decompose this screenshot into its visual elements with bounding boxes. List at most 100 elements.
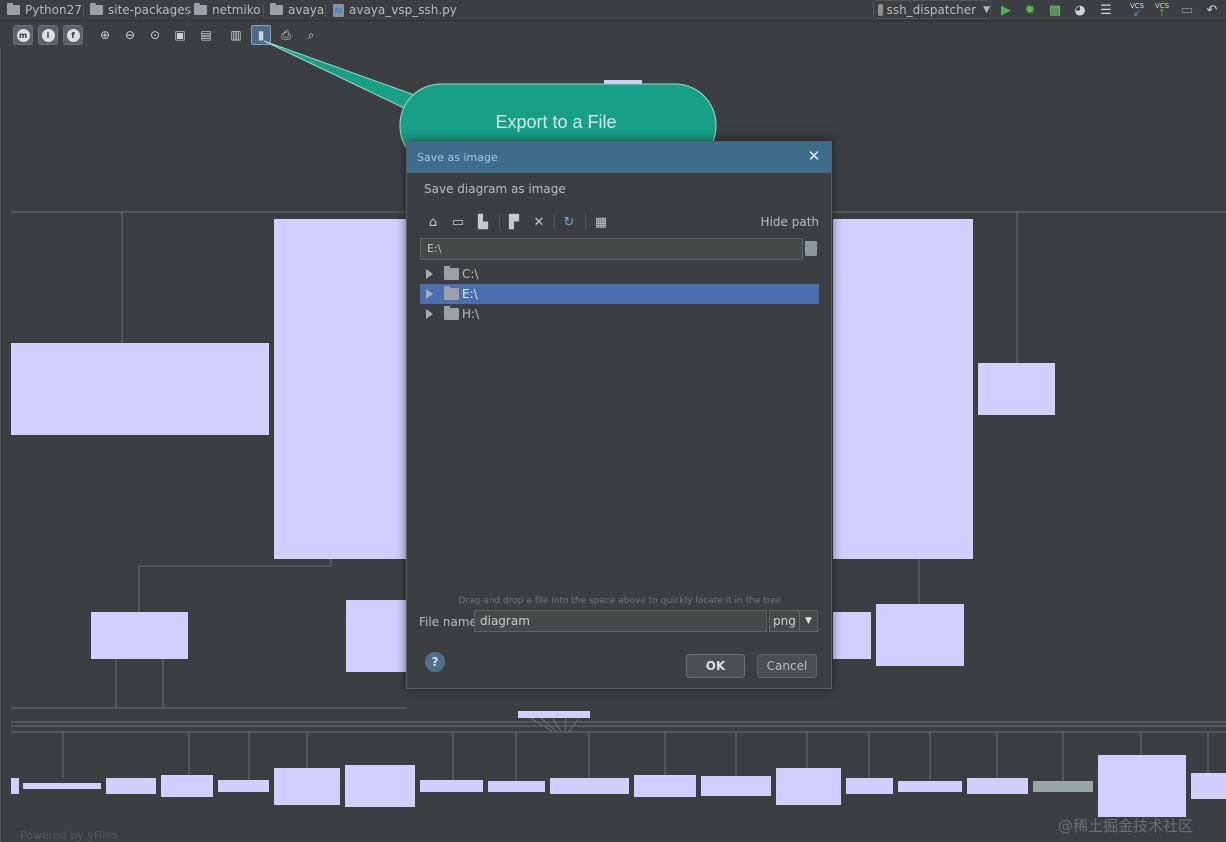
diagram-node[interactable] <box>218 780 269 792</box>
breadcrumb-item-avaya[interactable]: avaya <box>270 3 324 17</box>
callout-text: Export to a File <box>495 112 617 132</box>
coverage-icon[interactable]: ▩ <box>1046 1 1064 19</box>
browse-path-icon[interactable] <box>805 241 817 256</box>
diagram-node[interactable] <box>518 711 590 718</box>
export-icon[interactable]: ▮ <box>251 25 271 45</box>
home-icon[interactable]: ⌂ <box>423 213 443 231</box>
drive-icon <box>444 286 459 300</box>
breadcrumb-item-python27[interactable]: Python27 <box>7 3 82 17</box>
profile-icon[interactable]: ◕ <box>1071 1 1089 19</box>
expand-arrow-icon[interactable] <box>426 269 433 279</box>
debug-icon[interactable]: ✸ <box>1021 1 1039 19</box>
dialog-title-bar[interactable]: Save as image <box>407 142 831 173</box>
delete-icon[interactable]: ✕ <box>529 213 549 231</box>
diagram-node[interactable] <box>488 781 545 792</box>
fit-content-icon[interactable]: ▣ <box>170 25 190 45</box>
print-preview-icon[interactable]: ⌕ <box>301 25 321 45</box>
expand-arrow-icon[interactable] <box>426 289 433 299</box>
dialog-subtitle: Save diagram as image <box>424 182 566 196</box>
help-icon[interactable]: ? <box>425 652 445 672</box>
diagram-node[interactable] <box>1098 755 1186 817</box>
diagram-node[interactable] <box>23 783 101 789</box>
build-icon[interactable]: ☰ <box>1097 1 1115 19</box>
breadcrumb-item-file[interactable]: avaya_vsp_ssh.py <box>333 3 457 17</box>
history-icon[interactable]: ▭ <box>1178 1 1196 19</box>
tree-item-c-drive[interactable]: C:\ <box>420 264 819 284</box>
diagram-node[interactable] <box>161 775 213 797</box>
diagram-node[interactable] <box>346 600 407 672</box>
print-icon[interactable]: ⎙ <box>276 25 296 45</box>
save-icon[interactable]: ▥ <box>226 25 246 45</box>
path-input[interactable]: E:\ <box>420 238 803 260</box>
actual-size-icon[interactable]: ⊙ <box>145 25 165 45</box>
python-config-icon <box>878 3 883 16</box>
m-icon[interactable]: m <box>13 25 33 45</box>
diagram-node[interactable] <box>11 778 19 794</box>
folder-icon <box>270 3 283 15</box>
diagram-node[interactable] <box>846 778 893 794</box>
close-icon[interactable]: ✕ <box>806 148 822 164</box>
format-value: png <box>773 614 796 628</box>
hide-path-link[interactable]: Hide path <box>761 215 819 229</box>
diagram-node[interactable] <box>833 219 973 559</box>
cancel-button[interactable]: Cancel <box>757 654 817 678</box>
diagram-node[interactable] <box>967 778 1028 794</box>
project-folder-icon[interactable]: ▙ <box>473 213 493 231</box>
expand-arrow-icon[interactable] <box>426 309 433 319</box>
vcs-update-icon[interactable]: VCS ↙ <box>1128 1 1146 19</box>
undo-icon[interactable]: ↶ <box>1203 1 1221 19</box>
tree-item-e-drive[interactable]: E:\ <box>420 284 819 304</box>
folder-icon <box>7 3 20 15</box>
f-icon[interactable]: f <box>63 25 83 45</box>
diagram-node[interactable] <box>898 781 962 792</box>
powered-by-label: Powered by yFiles <box>20 829 118 842</box>
desktop-icon[interactable]: ▭ <box>448 213 468 231</box>
diagram-node[interactable] <box>604 80 642 104</box>
run-icon[interactable]: ▶ <box>997 1 1015 19</box>
diagram-node[interactable] <box>420 780 483 792</box>
diagram-toolbar: m i f ⊕ ⊖ ⊙ ▣ ▤ ▥ ▮ ⎙ ⌕ <box>0 22 1226 48</box>
ok-button[interactable]: OK <box>686 654 745 678</box>
diagram-node[interactable] <box>876 604 964 666</box>
breadcrumb-separator <box>325 4 326 17</box>
diagram-node[interactable] <box>1191 773 1226 799</box>
diagram-node[interactable] <box>634 775 696 797</box>
diagram-node[interactable] <box>833 612 871 659</box>
diagram-node[interactable] <box>701 776 771 796</box>
zoom-in-icon[interactable]: ⊕ <box>95 25 115 45</box>
diagram-node[interactable] <box>345 765 415 807</box>
run-configuration-select[interactable]: ssh_dispatcher ▼ <box>873 0 991 19</box>
toolbar-separator <box>554 214 555 230</box>
watermark: @稀土掘金技术社区 <box>1058 817 1194 835</box>
breadcrumb-item-netmiko[interactable]: netmiko <box>194 3 261 17</box>
breadcrumb-item-site-packages[interactable]: site-packages <box>90 3 191 17</box>
diagram-node[interactable] <box>978 363 1055 415</box>
refresh-icon[interactable]: ↻ <box>559 213 579 231</box>
breadcrumb-separator <box>83 4 84 17</box>
new-folder-icon[interactable]: ▛ <box>504 213 524 231</box>
tree-item-h-drive[interactable]: H:\ <box>420 304 819 324</box>
python-file-icon <box>333 3 344 17</box>
diagram-node[interactable] <box>776 768 841 805</box>
vcs-commit-icon[interactable]: VCS ↑ <box>1153 1 1171 19</box>
diagram-node[interactable] <box>274 768 340 805</box>
diagram-node[interactable] <box>274 219 408 559</box>
file-name-input[interactable]: diagram <box>474 610 767 632</box>
zoom-out-icon[interactable]: ⊖ <box>120 25 140 45</box>
diagram-node[interactable] <box>11 343 269 435</box>
folder-icon <box>90 3 103 15</box>
show-hidden-icon[interactable]: ▦ <box>591 213 611 231</box>
save-image-dialog: Save as image ✕ Save diagram as image ⌂ … <box>406 141 832 689</box>
diagram-node[interactable] <box>91 612 188 659</box>
chevron-down-icon[interactable]: ▼ <box>799 611 817 631</box>
diagram-node[interactable] <box>1033 781 1093 792</box>
drive-icon <box>444 266 459 280</box>
format-select[interactable]: png ▼ <box>769 610 818 632</box>
apply-layout-icon[interactable]: ▤ <box>196 25 216 45</box>
breadcrumb-separator <box>263 4 264 17</box>
i-icon[interactable]: i <box>38 25 58 45</box>
diagram-node[interactable] <box>106 778 156 794</box>
drive-icon <box>444 306 459 320</box>
chevron-down-icon: ▼ <box>983 4 990 15</box>
diagram-node[interactable] <box>550 778 629 794</box>
